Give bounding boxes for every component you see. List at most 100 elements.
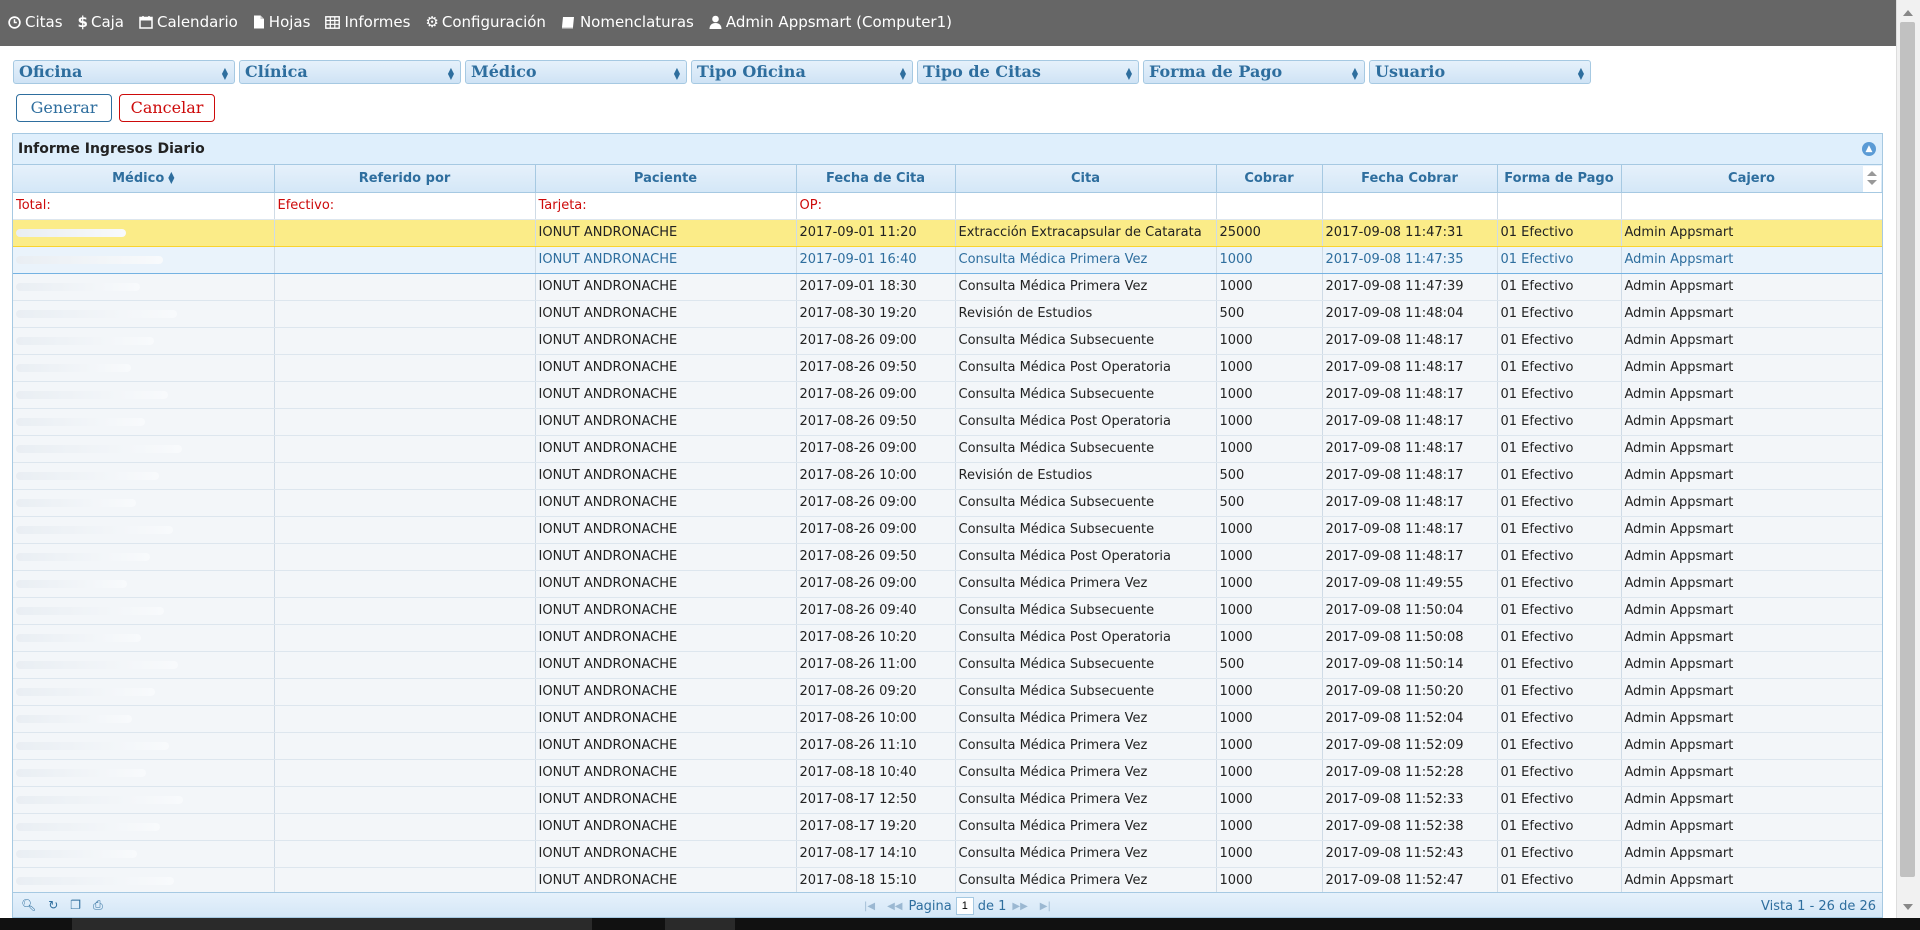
table-row[interactable]: IONUT ANDRONACHE 2017-08-26 09:00 Consulta… [13, 489, 1882, 517]
scroll-down-icon[interactable] [1903, 904, 1913, 910]
filter-oficina[interactable]: Oficina ▲ ▼ [13, 60, 235, 84]
col-fecha-cobrar-header[interactable]: Fecha Cobrar [1322, 165, 1498, 193]
table-row[interactable]: IONUT ANDRONACHE 2017-09-01 11:20 Extracci… [13, 219, 1882, 247]
col-referido-cell [274, 705, 536, 733]
page-scrollbar[interactable] [1896, 0, 1920, 918]
col-cita-header[interactable]: Cita [955, 165, 1217, 193]
page-input[interactable] [955, 897, 974, 915]
filter-clinica[interactable]: Clínica ▲ ▼ [239, 60, 461, 84]
nav-informes[interactable]: Informes [325, 13, 410, 31]
last-page-icon[interactable]: ▶| [1040, 901, 1051, 912]
filter-label: Usuario [1375, 62, 1446, 81]
col-medico-cell [13, 516, 275, 544]
table-row[interactable]: IONUT ANDRONACHE 2017-08-26 10:20 Consulta… [13, 624, 1882, 652]
table-row[interactable]: IONUT ANDRONACHE 2017-08-17 12:50 Consulta… [13, 786, 1882, 814]
col-referido-cell [274, 489, 536, 517]
col-referido-cell [274, 408, 536, 436]
grid-scroll[interactable] [1863, 166, 1881, 192]
select-caret-icon: ▲ ▼ [221, 65, 228, 81]
nav-caja[interactable]: $ Caja [78, 13, 124, 31]
col-cobrar-cell: 1000 [1216, 678, 1323, 706]
nav-user[interactable]: Admin Appsmart (Computer1) [709, 13, 952, 31]
collapse-icon[interactable]: ▲ [1862, 142, 1876, 156]
table-row[interactable]: IONUT ANDRONACHE 2017-08-26 11:00 Consulta… [13, 651, 1882, 679]
col-cobrar-cell: 1000 [1216, 516, 1323, 544]
print-icon[interactable]: ⎙ [93, 898, 103, 913]
redacted-text [16, 363, 131, 372]
table-row[interactable]: IONUT ANDRONACHE 2017-08-26 09:00 Consulta… [13, 435, 1882, 463]
table-row[interactable]: IONUT ANDRONACHE 2017-08-26 09:00 Consulta… [13, 327, 1882, 355]
filter-usuario[interactable]: Usuario ▲ ▼ [1369, 60, 1591, 84]
col-forma-pago-cell: 01 Efectivo [1497, 543, 1622, 571]
table-row[interactable]: IONUT ANDRONACHE 2017-08-26 09:00 Consulta… [13, 570, 1882, 598]
table-row[interactable]: IONUT ANDRONACHE 2017-08-30 19:20 Revisión… [13, 300, 1882, 328]
col-cita-cell: Consulta Médica Subsecuente [955, 381, 1217, 409]
filter-tipo-oficina[interactable]: Tipo Oficina ▲ ▼ [691, 60, 913, 84]
scroll-up-icon[interactable] [1903, 10, 1913, 16]
first-page-icon[interactable]: |◀ [864, 901, 875, 912]
col-forma-pago-header[interactable]: Forma de Pago [1497, 165, 1622, 193]
col-paciente-cell: IONUT ANDRONACHE [535, 462, 797, 490]
col-referido-cell [274, 273, 536, 301]
col-medico-header[interactable]: Médico ▲ ▼ [13, 165, 275, 193]
table-row[interactable]: IONUT ANDRONACHE 2017-08-26 09:20 Consulta… [13, 678, 1882, 706]
nav-configuracion[interactable]: ⚙ Configuración [425, 13, 546, 31]
filter-medico[interactable]: Médico ▲ ▼ [465, 60, 687, 84]
filter-tipo-citas[interactable]: Tipo de Citas ▲ ▼ [917, 60, 1139, 84]
col-referido-header[interactable]: Referido por [274, 165, 536, 193]
col-cajero-cell: Admin Appsmart [1621, 245, 1882, 274]
col-paciente-cell: IONUT ANDRONACHE [535, 651, 797, 679]
column-label: Cajero [1728, 170, 1775, 186]
taskbar-item[interactable] [665, 918, 735, 930]
col-cita-cell: Consulta Médica Post Operatoria [955, 408, 1217, 436]
nav-nomenclaturas[interactable]: Nomenclaturas [561, 13, 694, 31]
file-icon [253, 15, 264, 29]
nav-label: Caja [90, 13, 124, 31]
table-row[interactable]: IONUT ANDRONACHE 2017-08-18 10:40 Consulta… [13, 759, 1882, 787]
table-row[interactable]: IONUT ANDRONACHE 2017-08-18 15:10 Consulta… [13, 867, 1882, 895]
scroll-down-icon[interactable] [1867, 180, 1877, 185]
table-row[interactable]: IONUT ANDRONACHE 2017-08-17 14:10 Consulta… [13, 840, 1882, 868]
sort-icon[interactable]: ▲ ▼ [168, 171, 174, 185]
prev-page-icon[interactable]: ◀◀ [887, 901, 902, 912]
table-row[interactable]: IONUT ANDRONACHE 2017-08-26 09:50 Consulta… [13, 354, 1882, 382]
filter-forma-pago[interactable]: Forma de Pago ▲ ▼ [1143, 60, 1365, 84]
search-icon[interactable]: 🔍︎ [21, 898, 36, 913]
table-row[interactable]: IONUT ANDRONACHE 2017-08-26 09:40 Consulta… [13, 597, 1882, 625]
col-cita-cell: Extracción Extracapsular de Catarata [955, 219, 1217, 247]
nav-citas[interactable]: Citas [8, 13, 63, 31]
col-cajero-cell: Admin Appsmart [1621, 732, 1882, 760]
nav-calendario[interactable]: Calendario [139, 13, 238, 31]
cancelar-button[interactable]: Cancelar [119, 94, 215, 122]
next-page-icon[interactable]: ▶▶ [1012, 901, 1027, 912]
table-row[interactable]: IONUT ANDRONACHE 2017-08-17 19:20 Consulta… [13, 813, 1882, 841]
columns-icon[interactable]: ❐ [70, 898, 81, 913]
col-cajero-header[interactable]: Cajero [1621, 165, 1882, 193]
col-cobrar-header[interactable]: Cobrar [1216, 165, 1323, 193]
table-row[interactable]: IONUT ANDRONACHE 2017-08-26 11:10 Consulta… [13, 732, 1882, 760]
refresh-icon[interactable]: ↻ [48, 898, 58, 913]
redacted-text [16, 444, 182, 453]
col-paciente-cell: IONUT ANDRONACHE [535, 435, 797, 463]
col-fecha-cobrar-cell: 2017-09-08 11:48:17 [1322, 435, 1498, 463]
table-row[interactable]: IONUT ANDRONACHE 2017-08-26 09:50 Consulta… [13, 543, 1882, 571]
taskbar-item[interactable] [72, 918, 592, 930]
select-caret-icon: ▲ ▼ [1125, 65, 1132, 81]
top-navbar: Citas $ Caja Calendario Hojas Informes ⚙… [0, 0, 1897, 46]
column-label: Paciente [633, 170, 698, 186]
table-row[interactable]: IONUT ANDRONACHE 2017-08-26 09:50 Consulta… [13, 408, 1882, 436]
table-row[interactable]: IONUT ANDRONACHE 2017-09-01 18:30 Consulta… [13, 273, 1882, 301]
scroll-thumb[interactable] [1900, 22, 1915, 877]
generar-button[interactable]: Generar [16, 94, 112, 122]
table-row[interactable]: IONUT ANDRONACHE 2017-08-26 09:00 Consulta… [13, 516, 1882, 544]
table-row[interactable]: IONUT ANDRONACHE 2017-08-26 09:00 Consulta… [13, 381, 1882, 409]
scroll-up-icon[interactable] [1867, 171, 1877, 176]
table-row[interactable]: IONUT ANDRONACHE 2017-08-26 10:00 Consulta… [13, 705, 1882, 733]
col-forma-pago-cell: 01 Efectivo [1497, 435, 1622, 463]
nav-hojas[interactable]: Hojas [253, 13, 310, 31]
col-paciente-header[interactable]: Paciente [535, 165, 797, 193]
table-row[interactable]: IONUT ANDRONACHE 2017-08-26 10:00 Revisión… [13, 462, 1882, 490]
redacted-text [16, 633, 141, 642]
table-row[interactable]: IONUT ANDRONACHE 2017-09-01 16:40 Consulta… [13, 245, 1882, 274]
col-fecha-cita-header[interactable]: Fecha de Cita [796, 165, 956, 193]
